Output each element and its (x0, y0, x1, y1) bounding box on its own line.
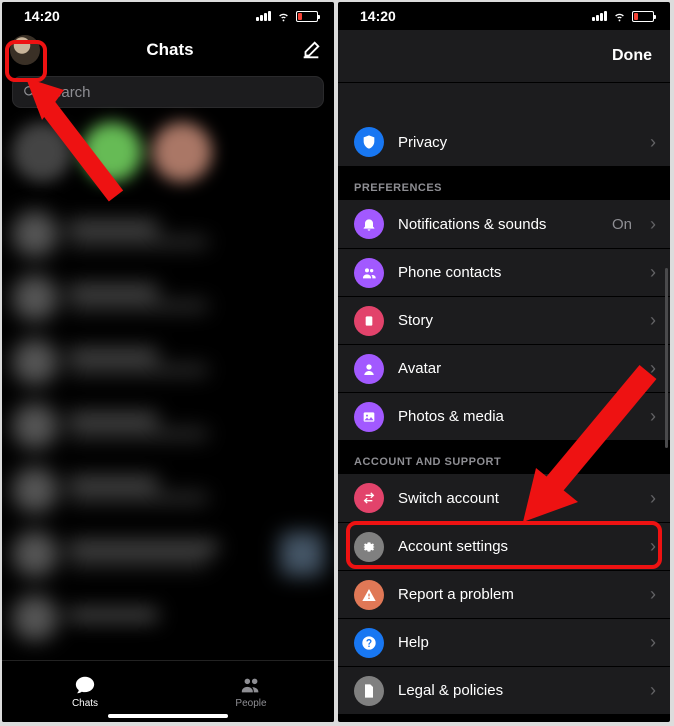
battery-icon (296, 11, 318, 22)
story-icon (354, 306, 384, 336)
help-label: Help (398, 634, 636, 651)
chevron-right-icon: › (650, 262, 656, 283)
chevron-right-icon: › (650, 406, 656, 427)
cell-switch-account[interactable]: Switch account › (338, 474, 670, 522)
search-icon (23, 85, 37, 99)
phone-contacts-label: Phone contacts (398, 264, 636, 281)
notifications-label: Notifications & sounds (398, 216, 598, 233)
chevron-right-icon: › (650, 132, 656, 153)
account-settings-label: Account settings (398, 538, 636, 555)
tab-people-label: People (235, 698, 266, 709)
tab-chats-label: Chats (72, 698, 98, 709)
chats-screen: 14:20 Chats Search Chats People (2, 2, 334, 722)
cell-help[interactable]: Help › (338, 618, 670, 666)
scrollbar[interactable] (665, 268, 668, 448)
status-icons (256, 11, 318, 22)
compose-icon[interactable] (300, 39, 322, 61)
search-placeholder: Search (43, 84, 91, 101)
chevron-right-icon: › (650, 488, 656, 509)
avatar-icon (354, 354, 384, 384)
chevron-right-icon: › (650, 358, 656, 379)
chevron-right-icon: › (650, 680, 656, 701)
cellular-icon (592, 11, 607, 21)
cell-privacy[interactable]: Privacy › (338, 118, 670, 166)
avatar-label: Avatar (398, 360, 636, 377)
wifi-icon (612, 11, 627, 22)
stories-row (2, 116, 334, 202)
chevron-right-icon: › (650, 536, 656, 557)
cell-legal-policies[interactable]: Legal & policies › (338, 666, 670, 714)
notifications-value: On (612, 216, 632, 233)
chevron-right-icon: › (650, 584, 656, 605)
tab-people[interactable]: People (168, 661, 334, 722)
home-indicator (108, 714, 228, 718)
sheet-header: Done (338, 30, 670, 82)
cell-phone-contacts[interactable]: Phone contacts › (338, 248, 670, 296)
bell-icon (354, 209, 384, 239)
switch-account-label: Switch account (398, 490, 636, 507)
chevron-right-icon: › (650, 214, 656, 235)
report-problem-label: Report a problem (398, 586, 636, 603)
status-bar: 14:20 (338, 2, 670, 30)
document-icon (354, 676, 384, 706)
page-title: Chats (40, 40, 300, 60)
legal-label: Legal & policies (398, 682, 636, 699)
photo-icon (354, 402, 384, 432)
settings-screen: 14:20 Done Privacy › Preferences Notific… (338, 2, 670, 722)
battery-icon (632, 11, 654, 22)
wifi-icon (276, 11, 291, 22)
tab-bar: Chats People (2, 660, 334, 722)
people-icon (240, 674, 262, 696)
tab-chats[interactable]: Chats (2, 661, 168, 722)
chats-header: Chats (2, 30, 334, 70)
cell-story[interactable]: Story › (338, 296, 670, 344)
gear-icon (354, 532, 384, 562)
cell-photos-media[interactable]: Photos & media › (338, 392, 670, 440)
profile-avatar[interactable] (10, 35, 40, 65)
cell-report-problem[interactable]: Report a problem › (338, 570, 670, 618)
status-time: 14:20 (360, 8, 396, 24)
chevron-right-icon: › (650, 310, 656, 331)
photos-media-label: Photos & media (398, 408, 636, 425)
cell-account-settings[interactable]: Account settings › (338, 522, 670, 570)
chat-bubble-icon (74, 674, 96, 696)
status-icons (592, 11, 654, 22)
chat-list (2, 202, 334, 650)
section-account-support: Account and Support (338, 440, 670, 474)
shield-icon (354, 127, 384, 157)
warning-icon (354, 580, 384, 610)
settings-list: Privacy › Preferences Notifications & so… (338, 82, 670, 722)
section-preferences: Preferences (338, 166, 670, 200)
search-input[interactable]: Search (12, 76, 324, 108)
chevron-right-icon: › (650, 632, 656, 653)
contacts-icon (354, 258, 384, 288)
cellular-icon (256, 11, 271, 21)
status-bar: 14:20 (2, 2, 334, 30)
story-label: Story (398, 312, 636, 329)
status-time: 14:20 (24, 8, 60, 24)
privacy-label: Privacy (398, 134, 636, 151)
help-icon (354, 628, 384, 658)
cell-notifications[interactable]: Notifications & sounds On › (338, 200, 670, 248)
cell-avatar[interactable]: Avatar › (338, 344, 670, 392)
done-button[interactable]: Done (612, 47, 652, 65)
switch-icon (354, 483, 384, 513)
